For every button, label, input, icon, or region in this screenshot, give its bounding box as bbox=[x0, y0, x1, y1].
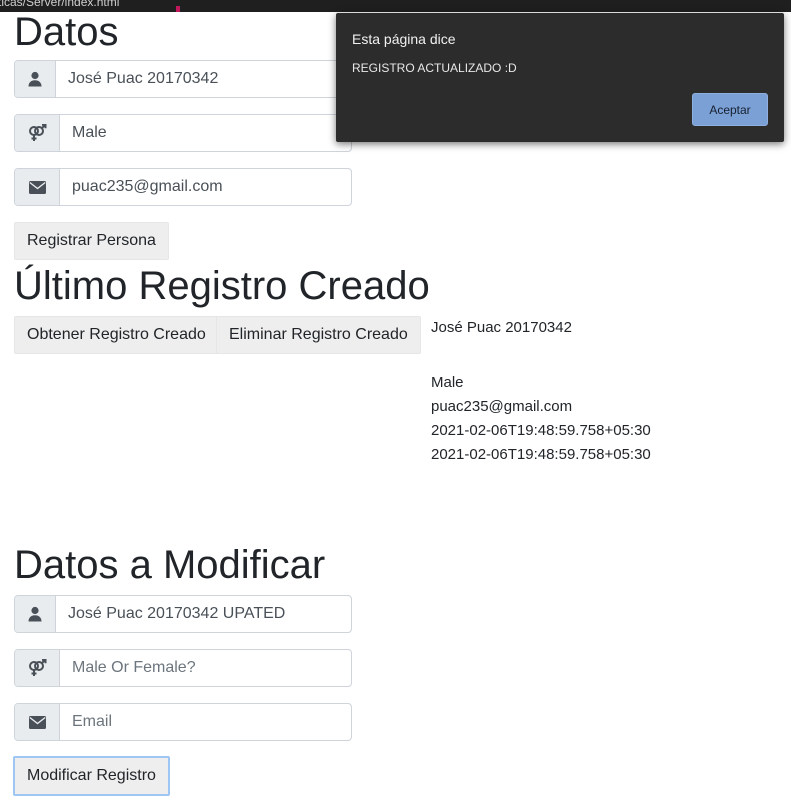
create-gender-input[interactable] bbox=[60, 115, 351, 151]
modify-email-group bbox=[14, 703, 352, 741]
accept-button[interactable]: Aceptar bbox=[692, 93, 768, 126]
record-name: José Puac 20170342 bbox=[431, 319, 572, 336]
register-person-button[interactable]: Registrar Persona bbox=[14, 222, 169, 260]
record-email: puac235@gmail.com bbox=[431, 398, 573, 415]
record-updated-at: 2021-02-06T19:48:59.758+05:30 bbox=[431, 446, 651, 463]
tab-indicator bbox=[176, 6, 180, 12]
envelope-icon bbox=[15, 169, 60, 205]
record-gender: Male bbox=[431, 374, 464, 391]
modify-heading: Datos a Modificar bbox=[14, 543, 326, 587]
user-icon bbox=[15, 61, 56, 97]
modify-name-group bbox=[14, 595, 352, 633]
venus-mars-icon bbox=[15, 650, 60, 686]
alert-title: Esta página dice bbox=[352, 31, 456, 47]
delete-record-button[interactable]: Eliminar Registro Creado bbox=[216, 316, 421, 354]
create-gender-group bbox=[14, 114, 352, 152]
modify-name-input[interactable] bbox=[56, 596, 351, 632]
modify-email-input[interactable] bbox=[60, 704, 351, 740]
modify-gender-group bbox=[14, 649, 352, 687]
envelope-icon bbox=[15, 704, 60, 740]
get-record-button[interactable]: Obtener Registro Creado bbox=[14, 316, 219, 354]
modify-record-button[interactable]: Modificar Registro bbox=[13, 756, 170, 796]
record-created-at: 2021-02-06T19:48:59.758+05:30 bbox=[431, 422, 651, 439]
create-name-input[interactable] bbox=[56, 61, 351, 97]
user-icon bbox=[15, 596, 56, 632]
datos-heading: Datos bbox=[14, 10, 119, 54]
alert-dialog: Esta página dice REGISTRO ACTUALIZADO :D… bbox=[336, 13, 784, 142]
venus-mars-icon bbox=[15, 115, 60, 151]
address-bar-url[interactable]: ticas/Server/index.html bbox=[0, 0, 119, 10]
create-email-group bbox=[14, 168, 352, 206]
create-email-input[interactable] bbox=[60, 169, 351, 205]
alert-message: REGISTRO ACTUALIZADO :D bbox=[352, 61, 517, 75]
create-name-group bbox=[14, 60, 352, 98]
browser-address-strip: ticas/Server/index.html bbox=[0, 0, 791, 12]
modify-gender-input[interactable] bbox=[60, 650, 351, 686]
last-record-heading: Último Registro Creado bbox=[14, 264, 430, 308]
